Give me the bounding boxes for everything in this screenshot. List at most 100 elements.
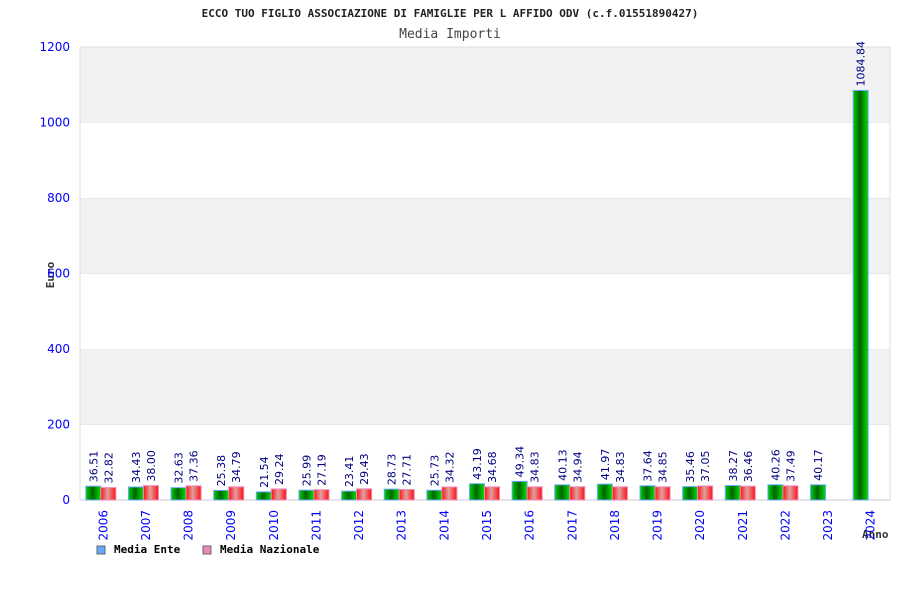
data-label: 35.46: [684, 451, 697, 483]
bar-media-nazionale-2018: [611, 486, 628, 501]
bar-media-nazionale-2013: [398, 489, 415, 501]
data-label: 38.27: [727, 450, 740, 482]
data-label: 25.38: [215, 455, 228, 487]
data-label: 27.19: [315, 454, 328, 486]
x-tick-label: 2010: [267, 510, 281, 541]
data-label: 27.71: [401, 454, 414, 486]
bar-media-ente-2021: [724, 485, 741, 501]
x-tick-label: 2014: [437, 510, 451, 541]
bar-media-ente-2009: [213, 489, 230, 501]
x-tick-label: 2023: [821, 510, 835, 541]
bar-media-ente-2023: [810, 484, 827, 501]
bar-media-ente-2006: [85, 485, 102, 501]
bar-media-ente-2010: [255, 491, 272, 501]
data-label: 34.32: [443, 452, 456, 484]
data-label: 34.85: [657, 451, 670, 483]
y-tick-label: 800: [47, 191, 70, 205]
bar-media-ente-2013: [383, 488, 400, 501]
x-tick-label: 2007: [139, 510, 153, 541]
grid-band: [80, 47, 890, 123]
data-label: 43.19: [471, 448, 484, 480]
legend-label-media-nazionale: Media Nazionale: [220, 543, 320, 556]
data-label: 23.41: [343, 456, 356, 488]
bar-media-nazionale-2009: [228, 486, 245, 501]
x-tick-label: 2024: [864, 510, 878, 541]
bar-media-ente-2014: [426, 489, 443, 501]
data-label: 34.68: [486, 451, 499, 483]
data-label: 38.00: [145, 450, 158, 482]
data-label: 40.26: [769, 449, 782, 481]
bar-media-ente-2011: [298, 489, 315, 501]
data-label: 49.34: [514, 446, 527, 478]
data-label: 29.43: [358, 453, 371, 485]
bar-media-nazionale-2012: [356, 488, 373, 501]
data-label: 32.63: [173, 452, 186, 484]
y-tick-label: 600: [47, 267, 70, 281]
data-label: 34.94: [571, 451, 584, 483]
data-label: 40.13: [556, 449, 569, 481]
y-tick-label: 400: [47, 342, 70, 356]
grid-band: [80, 198, 890, 274]
legend-swatch-media-nazionale: [202, 545, 212, 555]
grid-band: [80, 349, 890, 425]
legend-swatch-media-ente: [96, 545, 106, 555]
x-tick-label: 2022: [778, 510, 792, 541]
y-tick-label: 1000: [39, 116, 70, 130]
x-tick-label: 2016: [523, 510, 537, 541]
bar-media-nazionale-2017: [569, 486, 586, 501]
grid-band: [80, 273, 890, 349]
bar-media-nazionale-2021: [739, 485, 756, 501]
x-tick-label: 2017: [565, 510, 579, 541]
data-label: 28.73: [386, 454, 399, 486]
data-label: 37.64: [642, 450, 655, 482]
data-label: 36.51: [87, 451, 100, 483]
bar-media-nazionale-2015: [484, 486, 500, 501]
bar-media-ente-2019: [639, 485, 656, 501]
bar-media-nazionale-2022: [782, 485, 799, 501]
data-label: 36.46: [742, 451, 755, 483]
legend-label-media-ente: Media Ente: [114, 543, 181, 556]
bar-media-ente-2016: [511, 480, 528, 501]
bar-media-ente-2008: [170, 487, 187, 501]
data-label: 37.36: [188, 450, 201, 482]
x-tick-label: 2018: [608, 510, 622, 541]
x-tick-label: 2008: [182, 510, 196, 541]
x-tick-label: 2012: [352, 510, 366, 541]
x-tick-label: 2020: [693, 510, 707, 541]
data-label: 37.49: [784, 450, 797, 482]
y-tick-label: 200: [47, 418, 70, 432]
bar-media-nazionale-2019: [654, 486, 671, 501]
bar-media-nazionale-2010: [270, 488, 287, 501]
data-label: 32.82: [102, 452, 115, 484]
x-tick-label: 2013: [395, 510, 409, 541]
grid-band: [80, 122, 890, 198]
bar-media-nazionale-2020: [697, 485, 714, 501]
data-label: 34.79: [230, 451, 243, 483]
bar-media-nazionale-2014: [441, 486, 458, 501]
bar-media-nazionale-2007: [142, 485, 159, 501]
data-label: 29.24: [273, 453, 286, 485]
bar-media-nazionale-2016: [526, 486, 543, 501]
x-tick-label: 2021: [736, 510, 750, 541]
data-label: 37.05: [699, 451, 712, 483]
chart-subtitle: Media Importi: [399, 27, 501, 42]
y-tick-label: 0: [62, 493, 70, 507]
bar-media-ente-2017: [554, 484, 571, 501]
x-tick-label: 2011: [309, 510, 323, 541]
data-label: 34.83: [614, 451, 627, 483]
bar-media-nazionale-2008: [185, 485, 202, 501]
data-label: 1084.84: [855, 41, 868, 87]
chart-title: ECCO TUO FIGLIO ASSOCIAZIONE DI FAMIGLIE…: [202, 7, 699, 20]
bar-chart: ECCO TUO FIGLIO ASSOCIAZIONE DI FAMIGLIE…: [39, 7, 891, 556]
x-tick-label: 2019: [651, 510, 665, 541]
legend: Media Ente Media Nazionale: [96, 543, 320, 556]
x-tick-label: 2006: [96, 510, 110, 541]
bar-media-nazionale-2006: [100, 487, 117, 501]
bar-media-ente-2018: [596, 483, 613, 501]
data-label: 40.17: [812, 449, 825, 481]
data-label: 34.83: [529, 451, 542, 483]
bar-media-ente-2015: [469, 483, 485, 501]
y-tick-label: 1200: [39, 40, 70, 54]
bar-media-ente-2007: [127, 486, 144, 501]
data-label: 41.97: [599, 449, 612, 481]
